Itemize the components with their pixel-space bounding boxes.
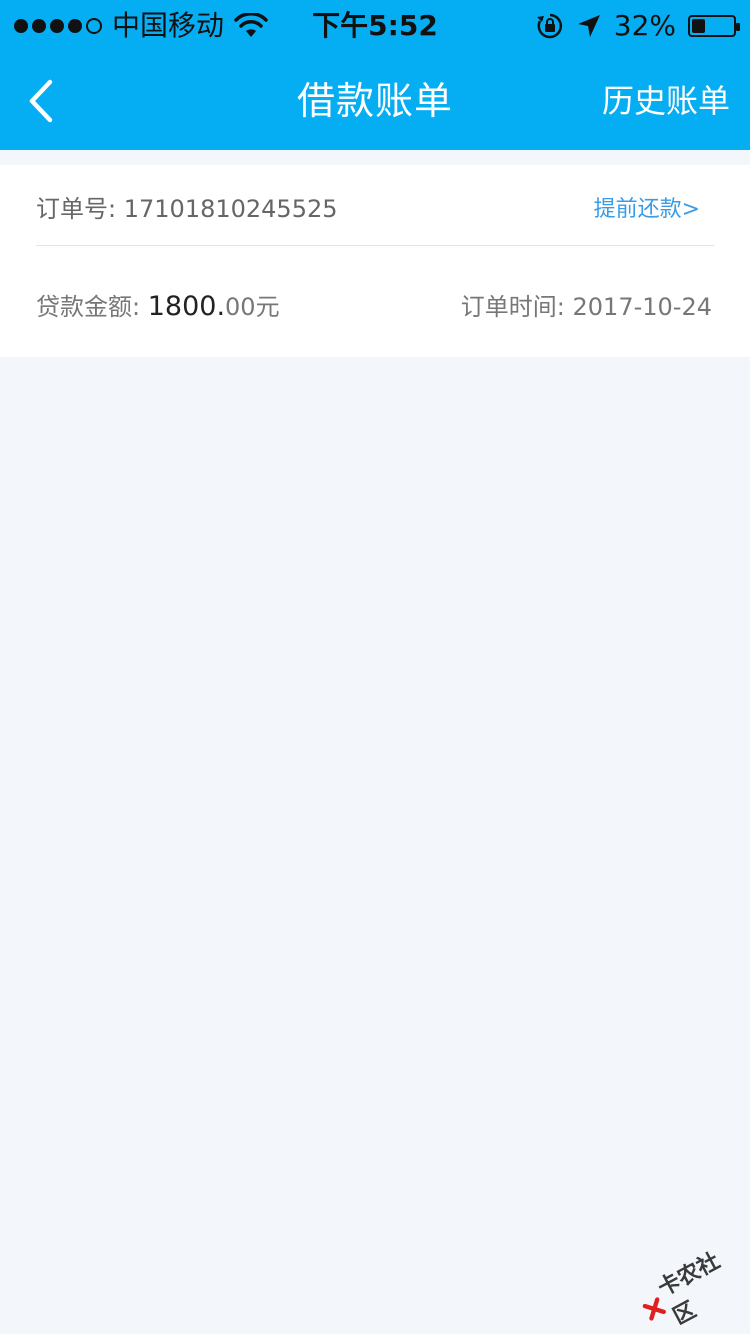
location-arrow-icon	[577, 15, 600, 37]
loan-amount-field: 贷款金额: 1800.00元	[36, 287, 280, 322]
rotation-lock-icon	[536, 13, 562, 39]
history-bills-link[interactable]: 历史账单	[602, 52, 730, 150]
battery-percent: 32%	[613, 9, 676, 42]
watermark: 卡农社区	[632, 1240, 748, 1334]
battery-icon	[688, 15, 740, 37]
amount-row: 贷款金额: 1800.00元 订单时间: 2017-10-24	[36, 245, 714, 357]
bill-card: 订单号: 17101810245525 提前还款> 贷款金额: 1800.00元…	[0, 165, 750, 357]
order-time-field: 订单时间: 2017-10-24	[461, 287, 712, 322]
loan-amount-label: 贷款金额:	[36, 293, 141, 321]
order-time-value: 2017-10-24	[572, 293, 712, 321]
loan-amount-unit: 元	[255, 293, 280, 321]
order-row: 订单号: 17101810245525 提前还款>	[36, 165, 714, 246]
loan-amount-decimal: 00	[225, 293, 256, 321]
top-bar: 中国移动 下午5:52 32% 借款账单 历史账单	[0, 0, 750, 150]
phone-screen: 中国移动 下午5:52 32% 借款账单 历史账单 订单号: 171018102…	[0, 0, 750, 1334]
order-number-label: 订单号:	[36, 195, 117, 223]
status-bar: 中国移动 下午5:52 32%	[0, 0, 750, 52]
battery-fill	[692, 19, 705, 33]
status-right: 32%	[536, 0, 740, 52]
order-number-value: 17101810245525	[123, 195, 338, 223]
navigation-bar: 借款账单 历史账单	[0, 52, 750, 150]
order-time-label: 订单时间:	[460, 293, 565, 321]
loan-amount-integer: 1800.	[147, 291, 226, 322]
prepay-link[interactable]: 提前还款>	[594, 191, 700, 223]
watermark-text: 卡农社区	[654, 1248, 725, 1330]
order-number-field: 订单号: 17101810245525	[36, 189, 338, 224]
